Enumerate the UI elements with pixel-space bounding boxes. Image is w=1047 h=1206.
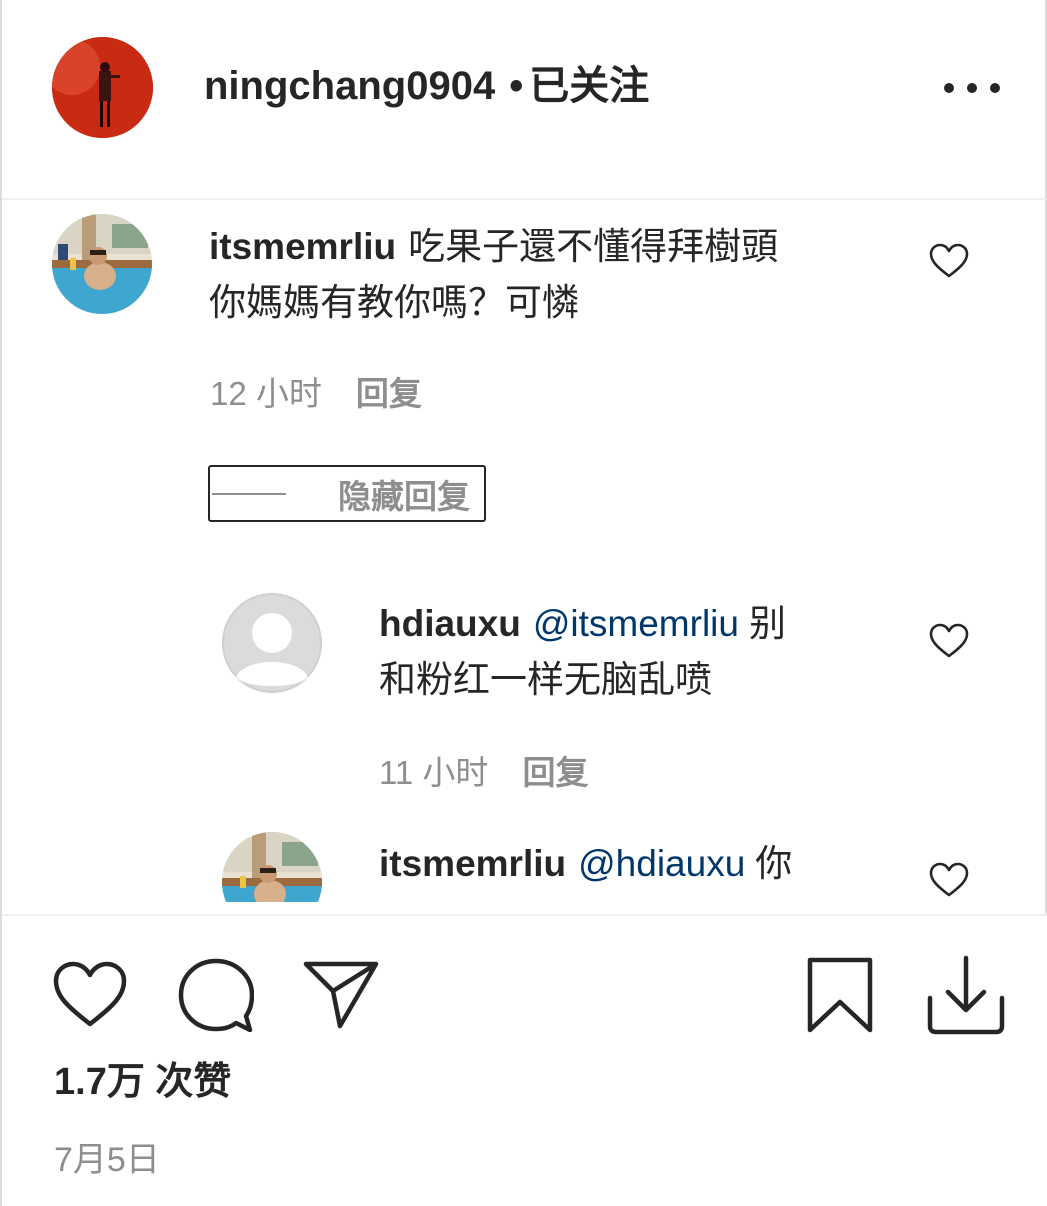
reply-text: itsmemrliu @hdiauxu 你 bbox=[379, 836, 899, 892]
follow-separator: • bbox=[509, 64, 524, 108]
comment-time: 12 小时 bbox=[210, 375, 322, 412]
reply-reply-button[interactable]: 回复 bbox=[522, 754, 588, 791]
comment-username[interactable]: itsmemrliu bbox=[209, 226, 396, 267]
reply-body-line2: 和粉红一样无脑乱喷 bbox=[379, 659, 712, 700]
hide-replies-label: 隐藏回复 bbox=[338, 477, 470, 515]
reply-username[interactable]: itsmemrliu bbox=[379, 843, 566, 884]
comment-reply-button[interactable]: 回复 bbox=[356, 375, 422, 412]
post-actions-bar: 1.7万 次赞 7月5日 bbox=[2, 914, 1047, 1206]
reply-username[interactable]: hdiauxu bbox=[379, 603, 521, 644]
comments-list[interactable]: itsmemrliu 吃果子還不懂得拜樹頭 你媽媽有教你嗎？可憐 12 小时 回复 … bbox=[2, 202, 1047, 902]
reply-like-heart-icon[interactable] bbox=[929, 623, 969, 659]
owner-line: ningchang0904 • 已关注 bbox=[204, 60, 649, 112]
reply-body-line1: 别 bbox=[748, 603, 786, 644]
post-header: ningchang0904 • 已关注 bbox=[2, 0, 1047, 200]
owner-avatar[interactable] bbox=[52, 37, 153, 138]
comment-text: itsmemrliu 吃果子還不懂得拜樹頭 你媽媽有教你嗎？可憐 bbox=[209, 219, 899, 331]
reply-like-heart-icon[interactable] bbox=[929, 862, 969, 898]
reply-mention[interactable]: @itsmemrliu bbox=[533, 603, 739, 644]
likes-count[interactable]: 1.7万 次赞 bbox=[54, 1058, 231, 1106]
share-icon[interactable] bbox=[302, 960, 380, 1030]
commenter-avatar[interactable] bbox=[52, 214, 152, 314]
comment-icon[interactable] bbox=[178, 958, 254, 1032]
replier-default-avatar[interactable] bbox=[222, 593, 322, 693]
hide-replies-button[interactable]: 隐藏回复 bbox=[208, 465, 486, 522]
comment-body-line2: 你媽媽有教你嗎？可憐 bbox=[209, 282, 579, 323]
bookmark-icon[interactable] bbox=[806, 956, 874, 1034]
reply-time: 11 小时 bbox=[379, 754, 489, 791]
post-frame: ningchang0904 • 已关注 itsmemrliu 吃果子還不懂得拜樹… bbox=[0, 0, 1047, 1206]
comment-like-heart-icon[interactable] bbox=[929, 243, 969, 279]
reply-meta: 11 小时 回复 bbox=[379, 751, 588, 795]
heart-icon[interactable] bbox=[52, 960, 128, 1030]
reply-body-line1: 你 bbox=[755, 843, 793, 884]
comment-meta: 12 小时 回复 bbox=[210, 372, 422, 416]
replier-avatar[interactable] bbox=[222, 832, 322, 902]
reply-text: hdiauxu @itsmemrliu 别 和粉红一样无脑乱喷 bbox=[379, 596, 899, 708]
download-icon[interactable] bbox=[926, 954, 1006, 1036]
hide-replies-line bbox=[212, 492, 286, 495]
post-date: 7月5日 bbox=[54, 1141, 160, 1179]
comment-body-line1: 吃果子還不懂得拜樹頭 bbox=[408, 226, 779, 267]
reply-mention[interactable]: @hdiauxu bbox=[578, 843, 745, 884]
owner-username[interactable]: ningchang0904 bbox=[204, 64, 495, 108]
follow-state[interactable]: 已关注 bbox=[529, 64, 649, 108]
more-options-icon[interactable] bbox=[944, 70, 1000, 106]
